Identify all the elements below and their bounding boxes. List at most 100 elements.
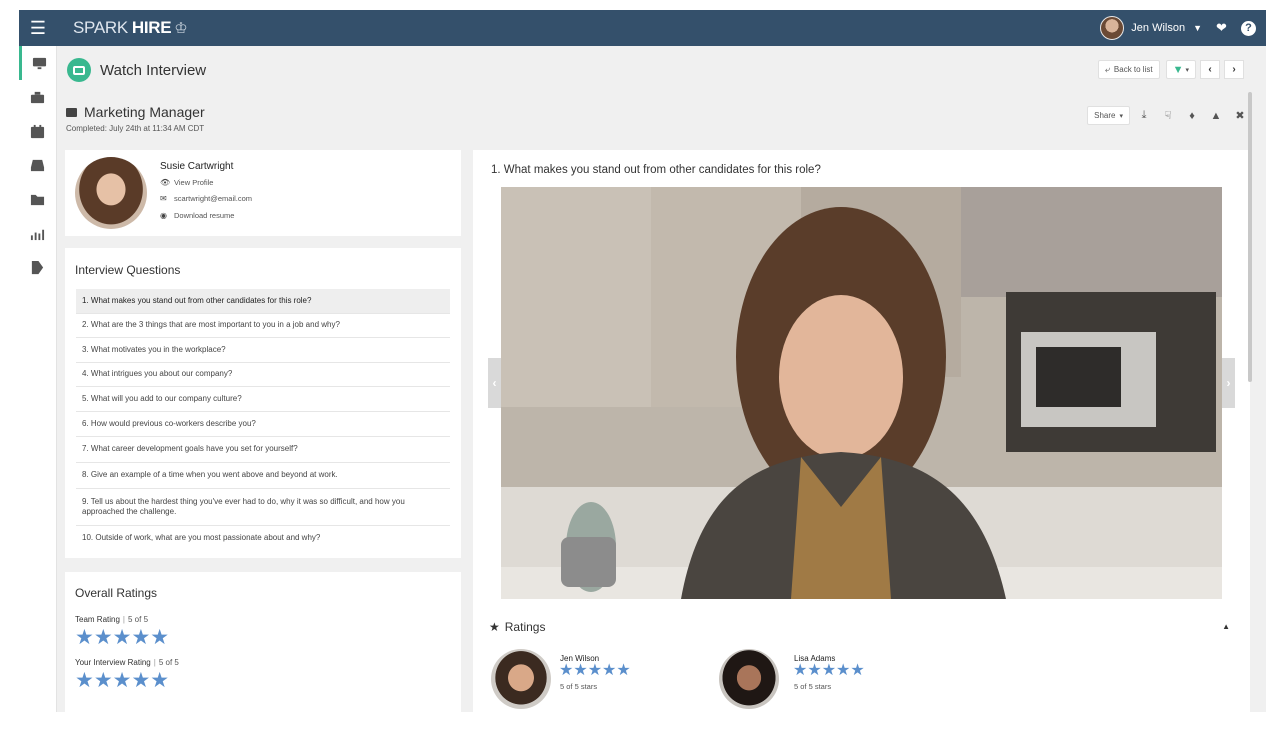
chevron-up-icon[interactable]: ▲ [1222,622,1230,631]
chevron-left-icon: ‹ [492,376,497,390]
rater-score: 5 of 5 stars [794,682,832,691]
question-item[interactable]: 5. What will you add to our company cult… [76,387,450,412]
your-rating-label: Your Interview Rating | 5 of 5 [75,658,179,667]
main-content: Watch Interview ⤶ Back to list ▼ ▾ ‹ › M… [57,46,1266,712]
job-title-text: Marketing Manager [84,104,205,120]
question-item[interactable]: 2. What are the 3 things that are most i… [76,314,450,338]
share-button[interactable]: Share ▾ [1087,106,1130,125]
candidate-name: Susie Cartwright [160,161,234,172]
overall-ratings-title: Overall Ratings [75,586,158,600]
questions-title: Interview Questions [75,263,181,277]
sidebar-item-inbox[interactable] [19,148,56,182]
inbox-icon [30,159,45,171]
logo-spark-text: SPARK [73,18,128,37]
chevron-left-icon: ‹ [1208,64,1212,75]
reply-icon: ⤶ [1104,64,1110,74]
rater-avatar [719,649,779,709]
previous-video-button[interactable]: ‹ [488,358,501,408]
top-bar: ☰ SPARK HIRE ♔ Jen Wilson ▼ ❤ ? [19,10,1266,46]
briefcase-icon [30,91,45,103]
folder-icon [30,194,45,205]
chevron-right-icon: › [1232,64,1236,75]
overall-ratings-card: Overall Ratings Team Rating | 5 of 5 ★★★★★… [65,572,461,712]
header-navigation: ⤶ Back to list ▼ ▾ ‹ › [1092,60,1244,79]
user-area: Jen Wilson ▼ ❤ ? [1100,16,1266,40]
candidate-card: Susie Cartwright 👁 View Profile ✉ scartw… [65,150,461,236]
download-resume-label: Download resume [174,211,235,220]
page-title: Watch Interview [100,61,207,79]
rater-avatar [491,649,551,709]
calendar-icon [30,124,45,138]
video-card: 1. What makes you stand out from other c… [473,150,1250,712]
your-rating-stars[interactable]: ★★★★★ [75,670,169,691]
user-name[interactable]: Jen Wilson [1131,22,1185,34]
menu-icon[interactable]: ☰ [19,10,57,46]
flame-icon: ♔ [174,20,188,37]
question-item[interactable]: 9. Tell us about the hardest thing you'v… [76,489,450,526]
thumbs-down-icon[interactable]: ☟ [1158,106,1178,125]
questions-list: 1. What makes you stand out from other c… [76,289,450,551]
candidate-avatar [75,157,147,229]
chevron-down-icon: ▾ [1119,112,1123,120]
sidebar-item-jobs[interactable] [19,80,56,114]
question-item[interactable]: 1. What makes you stand out from other c… [76,289,450,314]
candidate-email-link[interactable]: ✉ scartwright@email.com [160,194,252,203]
sidebar-item-calendar[interactable] [19,114,56,148]
rater-stars: ★★★★★ [559,662,631,679]
team-rating-label: Team Rating | 5 of 5 [75,615,149,624]
sidebar-item-reports[interactable] [19,216,56,250]
sidebar [19,46,57,712]
watch-interview-icon [67,58,91,82]
question-item[interactable]: 7. What career development goals have yo… [76,437,450,463]
next-button[interactable]: › [1224,60,1244,79]
user-avatar[interactable] [1100,16,1125,40]
download-circle-icon: ◉ [160,211,167,220]
question-item[interactable]: 8. Give an example of a time when you we… [76,463,450,489]
candidate-email: scartwright@email.com [174,194,253,203]
rater-stars: ★★★★★ [793,662,865,679]
team-rating-text: Team Rating [75,615,120,624]
question-item[interactable]: 10. Outside of work, what are you most p… [76,526,450,551]
page-scrollbar[interactable] [1248,92,1252,382]
back-to-list-button[interactable]: ⤶ Back to list [1097,60,1160,79]
filter-button[interactable]: ▼ ▾ [1165,60,1196,79]
page-header: Watch Interview [67,58,206,82]
download-icon[interactable]: ⤓ [1134,106,1154,125]
view-profile-link[interactable]: 👁 View Profile [160,178,213,187]
briefcase-icon [66,107,77,117]
rater-score: 5 of 5 stars [560,682,598,691]
sidebar-item-brand[interactable] [19,250,56,284]
chevron-right-icon: › [1226,376,1231,390]
monitor-icon [32,57,46,69]
star-icon: ★ [489,620,500,634]
heart-icon[interactable]: ❤ [1214,20,1229,36]
back-to-list-label: Back to list [1113,65,1153,74]
eye-icon: 👁 [160,178,171,187]
sidebar-item-interviews[interactable] [19,46,56,80]
question-item[interactable]: 6. How would previous co-workers describ… [76,412,450,437]
filter-icon: ▼ [1172,63,1184,76]
current-question: 1. What makes you stand out from other c… [491,164,821,176]
question-item[interactable]: 3. What motivates you in the workplace? [76,338,450,363]
archive-icon[interactable]: ▲ [1206,106,1226,125]
interview-actions: Share ▾ ⤓ ☟ ♦ ▲ ✖ [1081,106,1250,125]
previous-button[interactable]: ‹ [1200,60,1220,79]
job-title: Marketing Manager [66,104,205,120]
chevron-down-icon[interactable]: ▼ [1193,23,1202,33]
ratings-header: ★ Ratings [489,620,545,634]
completed-timestamp: Completed: July 24th at 11:34 AM CDT [66,124,205,133]
close-circle-icon[interactable]: ✖ [1230,106,1250,125]
tag-icon[interactable]: ♦ [1182,106,1202,125]
spark-hire-logo[interactable]: SPARK HIRE ♔ [73,18,188,38]
interview-questions-card: Interview Questions 1. What makes you st… [65,248,461,558]
next-video-button[interactable]: › [1222,358,1235,408]
help-icon[interactable]: ? [1241,20,1256,36]
interview-video[interactable] [501,187,1222,599]
question-item[interactable]: 4. What intrigues you about our company? [76,363,450,387]
your-rating-text: Your Interview Rating [75,658,151,667]
download-resume-link[interactable]: ◉ Download resume [160,211,234,220]
envelope-icon: ✉ [160,194,167,203]
your-rating-score: 5 of 5 [158,658,179,667]
sidebar-item-folders[interactable] [19,182,56,216]
ratings-title: Ratings [504,620,546,634]
